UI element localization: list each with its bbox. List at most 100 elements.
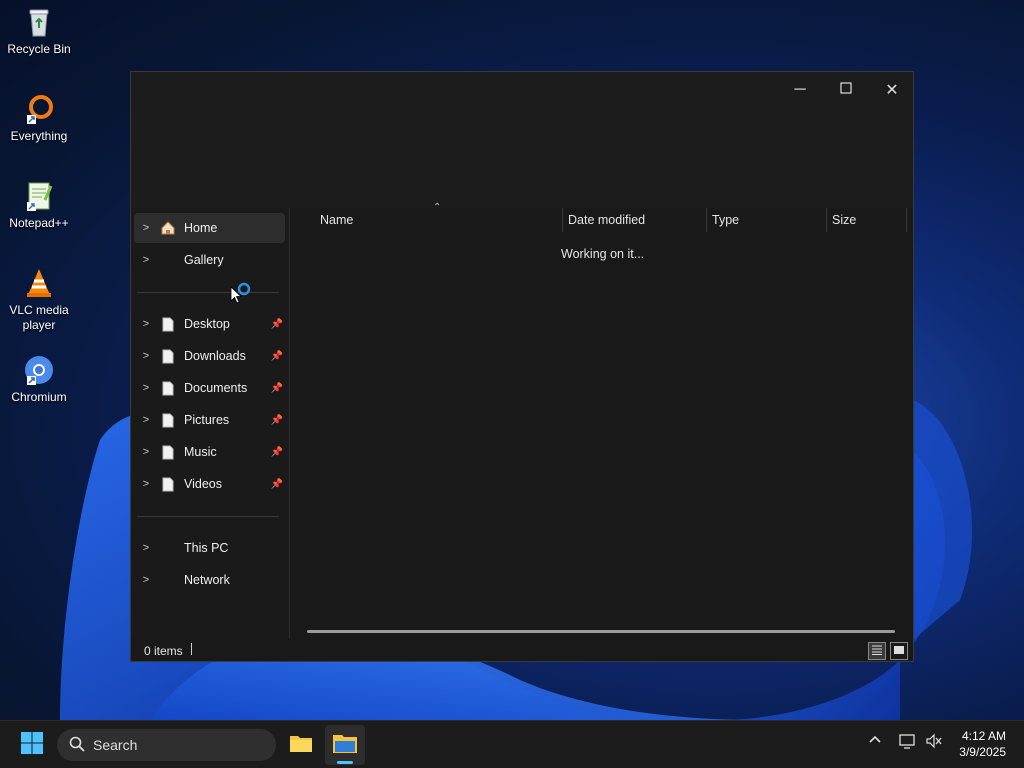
item-count: 0 items xyxy=(144,644,183,658)
large-icons-view-button[interactable] xyxy=(890,642,908,660)
show-hidden-icons-chevron-icon[interactable] xyxy=(868,733,882,750)
pin-icon: 📌 xyxy=(270,318,283,330)
busy-cursor-icon xyxy=(230,282,254,306)
maximize-icon xyxy=(840,81,852,99)
desktop-icon-vlc[interactable]: VLC media player xyxy=(4,267,74,333)
navigation-pane: > Home > Gallery > Desktop 📌 > Downloads… xyxy=(131,208,290,638)
horizontal-scrollbar[interactable] xyxy=(307,630,895,633)
close-icon: ✕ xyxy=(885,82,899,99)
nav-item-label: Music xyxy=(184,445,217,459)
nav-divider xyxy=(137,292,279,293)
minimize-icon: ─ xyxy=(794,81,806,98)
document-icon xyxy=(158,380,178,396)
nav-item-home[interactable]: > Home xyxy=(134,213,285,243)
pin-icon: 📌 xyxy=(270,478,283,490)
nav-item-label: Home xyxy=(184,221,218,235)
desktop-icon-recycle-bin[interactable]: Recycle Bin xyxy=(4,6,74,57)
chevron-right-icon[interactable]: > xyxy=(134,318,158,330)
chevron-right-icon[interactable]: > xyxy=(134,574,158,586)
desktop-icon-chromium[interactable]: Chromium xyxy=(4,354,74,405)
home-icon xyxy=(158,220,178,236)
nav-item-this-pc[interactable]: > This PC xyxy=(134,533,285,563)
title-bar[interactable]: ─ ✕ xyxy=(131,72,913,208)
file-explorer-icon xyxy=(332,732,358,759)
network-icon[interactable] xyxy=(899,733,917,752)
loading-message: Working on it... xyxy=(561,247,645,261)
start-button[interactable] xyxy=(12,725,52,765)
minimize-button[interactable]: ─ xyxy=(777,76,823,104)
nav-item-desktop[interactable]: > Desktop 📌 xyxy=(134,309,285,339)
desktop-icon-everything[interactable]: Everything xyxy=(4,93,74,144)
chevron-right-icon[interactable]: > xyxy=(134,542,158,554)
desktop-icon-label: Chromium xyxy=(11,390,67,404)
nav-item-label: Desktop xyxy=(184,317,230,331)
nav-item-videos[interactable]: > Videos 📌 xyxy=(134,469,285,499)
nav-item-documents[interactable]: > Documents 📌 xyxy=(134,373,285,403)
nav-item-label: Network xyxy=(184,573,230,587)
gallery-icon xyxy=(158,252,178,268)
vlc-icon xyxy=(23,267,55,299)
nav-item-pictures[interactable]: > Pictures 📌 xyxy=(134,405,285,435)
status-divider xyxy=(191,643,192,655)
nav-item-label: Downloads xyxy=(184,349,246,363)
document-icon xyxy=(158,316,178,332)
chevron-right-icon[interactable]: > xyxy=(134,222,158,234)
clock-time: 4:12 AM xyxy=(961,729,1006,743)
file-explorer-window: ─ ✕ > Home > Gallery > Desktop 📌 > Downl… xyxy=(130,71,914,662)
chevron-right-icon[interactable]: > xyxy=(134,414,158,426)
notepad-plus-plus-icon xyxy=(23,180,55,212)
chevron-right-icon[interactable]: > xyxy=(134,254,158,266)
taskbar-file-explorer[interactable] xyxy=(281,725,321,765)
nav-item-network[interactable]: > Network xyxy=(134,565,285,595)
pin-icon: 📌 xyxy=(270,350,283,362)
column-header-size[interactable]: Size xyxy=(832,208,902,232)
column-divider[interactable] xyxy=(706,208,707,232)
search-icon xyxy=(69,736,85,755)
search-placeholder: Search xyxy=(93,737,138,753)
details-view-button[interactable] xyxy=(868,642,886,660)
clock-date: 3/9/2025 xyxy=(959,745,1006,759)
chevron-right-icon[interactable]: > xyxy=(134,446,158,458)
chromium-icon xyxy=(23,354,55,386)
column-divider[interactable] xyxy=(906,208,907,232)
column-divider[interactable] xyxy=(826,208,827,232)
taskbar-search-box[interactable]: Search xyxy=(57,729,276,761)
nav-item-label: Pictures xyxy=(184,413,230,427)
maximize-button[interactable] xyxy=(823,76,869,104)
chevron-right-icon[interactable]: > xyxy=(134,350,158,362)
volume-muted-icon[interactable] xyxy=(925,733,943,752)
nav-item-label: Gallery xyxy=(184,253,224,267)
sort-ascending-icon: ⌃ xyxy=(433,202,442,213)
desktop-icon-notepad-plus-plus[interactable]: Notepad++ xyxy=(4,180,74,231)
desktop-icon-label: Notepad++ xyxy=(9,216,69,230)
nav-item-gallery[interactable]: > Gallery xyxy=(134,245,285,275)
document-icon xyxy=(158,444,178,460)
nav-item-music[interactable]: > Music 📌 xyxy=(134,437,285,467)
nav-divider xyxy=(137,516,279,517)
column-header-date-modified[interactable]: Date modified xyxy=(568,208,708,232)
nav-item-label: This PC xyxy=(184,541,229,555)
nav-item-downloads[interactable]: > Downloads 📌 xyxy=(134,341,285,371)
active-indicator xyxy=(337,761,353,764)
close-button[interactable]: ✕ xyxy=(869,76,915,104)
pin-icon: 📌 xyxy=(270,382,283,394)
document-icon xyxy=(158,348,178,364)
chevron-right-icon[interactable]: > xyxy=(134,382,158,394)
column-divider[interactable] xyxy=(562,208,563,232)
taskbar-file-explorer-active[interactable] xyxy=(325,725,365,765)
document-icon xyxy=(158,412,178,428)
everything-icon xyxy=(23,93,55,125)
document-icon xyxy=(158,476,178,492)
desktop-icon-label: Recycle Bin xyxy=(7,42,71,56)
column-header-type[interactable]: Type xyxy=(712,208,822,232)
status-bar: 0 items xyxy=(131,638,913,662)
desktop-icon-label: VLC media player xyxy=(9,303,69,332)
system-clock[interactable]: 4:12 AM 3/9/2025 xyxy=(959,728,1006,760)
chevron-right-icon[interactable]: > xyxy=(134,478,158,490)
nav-item-label: Videos xyxy=(184,477,222,491)
pin-icon: 📌 xyxy=(270,414,283,426)
large-icons-view-icon xyxy=(893,644,905,658)
folder-icon xyxy=(289,733,313,758)
column-header-row: Name ⌃ Date modified Type Size xyxy=(291,202,911,232)
details-view-icon xyxy=(871,644,883,658)
